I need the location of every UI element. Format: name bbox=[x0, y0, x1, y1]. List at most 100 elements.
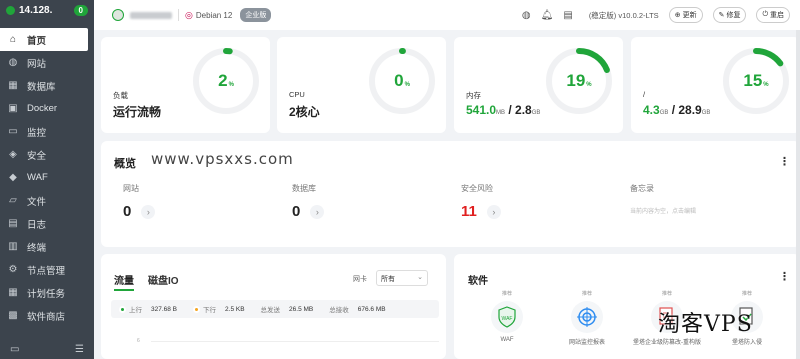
overview-card: 概览 www.vpsxxs.com ⋮ 网站 0 › 数据库 0 › 安全风险 11… bbox=[101, 141, 800, 247]
software-item-site-monitor[interactable]: 推荐 网站监控报表 bbox=[552, 290, 622, 346]
os-info: ◎ Debian 12 bbox=[185, 10, 232, 21]
traffic-summary: 上行 327.68 B 下行 2.5 KB 总发送 26.5 MB 总接收 676.6 … bbox=[111, 300, 439, 318]
repair-button[interactable]: ✎ 修复 bbox=[712, 7, 747, 23]
layout-icon[interactable]: ▭ bbox=[10, 344, 19, 355]
load-value: 运行流畅 bbox=[113, 105, 162, 119]
more-icon[interactable]: ⋮ bbox=[779, 270, 790, 283]
sidebar-item-9[interactable]: ▥ 终端 bbox=[0, 235, 94, 258]
recommend-tag: 推荐 bbox=[661, 291, 672, 297]
restart-button[interactable]: ⏻ 重启 bbox=[756, 7, 790, 23]
os-name: Debian 12 bbox=[195, 10, 233, 20]
edition-badge: 企业版 bbox=[240, 8, 272, 22]
node-icon: ⚙ bbox=[8, 264, 18, 275]
divider bbox=[178, 9, 179, 21]
sidebar-item-label: 节点管理 bbox=[27, 265, 66, 277]
waf-shield-icon: WAF bbox=[491, 301, 523, 333]
folder-icon: ▱ bbox=[9, 195, 17, 206]
update-icon: ⊕ bbox=[674, 12, 681, 19]
sidebar-item-3[interactable]: ▣ Docker bbox=[0, 97, 94, 120]
disk-card[interactable]: 15% / 4.3GB / 28.9GB bbox=[631, 37, 800, 133]
sidebar-item-label: 日志 bbox=[27, 219, 47, 231]
update-label: 更新 bbox=[682, 12, 697, 19]
overview-databases[interactable]: 数据库 0 › bbox=[292, 183, 325, 220]
nic-value: 所有 bbox=[381, 276, 395, 283]
terminal-icon: ▥ bbox=[8, 241, 18, 252]
sidebar-item-6[interactable]: ◆ WAF bbox=[0, 166, 94, 189]
chart-axis-tick: 6 bbox=[137, 338, 140, 344]
sidebar-item-label: WAF bbox=[27, 172, 48, 183]
websites-label: 网站 bbox=[123, 184, 139, 193]
sidebar-item-1[interactable]: ◍ 网站 bbox=[0, 51, 94, 74]
sidebar-item-label: 软件商店 bbox=[27, 311, 66, 323]
nic-label: 网卡 bbox=[353, 276, 367, 283]
waf-icon: ◆ bbox=[9, 172, 17, 183]
software-name: 网站监控报表 bbox=[568, 340, 605, 346]
overview-title: 概览 bbox=[114, 158, 136, 170]
load-card[interactable]: 2% 负载 运行流畅 bbox=[101, 37, 270, 133]
more-icon[interactable]: ⋮ bbox=[779, 155, 790, 168]
globe-icon: ◍ bbox=[8, 57, 18, 68]
memo-hint[interactable]: 当前内容为空，点击编辑 bbox=[630, 206, 696, 215]
sidebar-item-12[interactable]: ▩ 软件商店 bbox=[0, 304, 94, 327]
menu-collapse-icon[interactable]: ☰ bbox=[75, 344, 84, 355]
sidebar-item-8[interactable]: ▤ 日志 bbox=[0, 212, 94, 235]
traffic-tabs: 流量 磁盘IO bbox=[114, 272, 179, 291]
security-risk-label: 安全风险 bbox=[461, 184, 493, 193]
update-button[interactable]: ⊕ 更新 bbox=[668, 7, 703, 23]
page-scrollbar[interactable] bbox=[796, 30, 800, 359]
status-dot-icon bbox=[6, 5, 15, 15]
support-icon[interactable]: ◍ bbox=[522, 10, 531, 21]
wrench-icon: ✎ bbox=[718, 12, 725, 19]
tab-disk-io[interactable]: 磁盘IO bbox=[148, 272, 179, 291]
sidebar-item-7[interactable]: ▱ 文件 bbox=[0, 189, 94, 212]
repair-label: 修复 bbox=[726, 12, 741, 19]
notification-badge[interactable]: 0 bbox=[73, 4, 88, 16]
power-icon: ⏻ bbox=[762, 11, 768, 18]
debian-icon: ◎ bbox=[185, 9, 193, 20]
store-icon: ▩ bbox=[8, 310, 18, 321]
sidebar-item-0[interactable]: ⌂ 首页 bbox=[0, 28, 88, 51]
sidebar-item-4[interactable]: ▭ 监控 bbox=[0, 120, 94, 143]
sidebar-item-10[interactable]: ⚙ 节点管理 bbox=[0, 258, 94, 281]
upload-stat: 上行 327.68 B bbox=[111, 300, 185, 318]
overview-websites[interactable]: 网站 0 › bbox=[123, 183, 156, 220]
chart-gridline bbox=[151, 341, 439, 342]
shield-icon: ◈ bbox=[9, 149, 17, 160]
cpu-percent: 0% bbox=[394, 71, 410, 90]
monitor-icon: ▭ bbox=[8, 126, 18, 137]
sidebar-item-5[interactable]: ◈ 安全 bbox=[0, 143, 94, 166]
recommend-tag: 推荐 bbox=[581, 291, 592, 297]
calendar-icon: ▦ bbox=[8, 287, 18, 298]
upload-dot-icon bbox=[119, 305, 126, 313]
target-icon bbox=[571, 301, 603, 333]
cpu-card[interactable]: 0% CPU 2核心 bbox=[277, 37, 446, 133]
sidebar-nav: ⌂ 首页 ◍ 网站 ▦ 数据库 ▣ Docker ▭ 监控 ◈ 安全 ◆ WAF ▱ 文件 ▤ 日志 ▥ 终端 ⚙ 节点管… bbox=[0, 28, 94, 327]
security-risk-value: 11 › bbox=[461, 203, 501, 220]
notes-icon[interactable]: ▤ bbox=[563, 10, 572, 21]
sent-stat: 总发送 26.5 MB bbox=[260, 305, 314, 315]
memory-card[interactable]: 19% 内存 541.0MB / 2.8GB bbox=[454, 37, 623, 133]
overview-memo[interactable]: 备忘录 当前内容为空，点击编辑 bbox=[630, 183, 696, 215]
chevron-down-icon: ⌄ bbox=[417, 274, 423, 281]
chevron-right-icon[interactable]: › bbox=[486, 204, 501, 219]
sidebar-item-label: 数据库 bbox=[27, 81, 56, 93]
sidebar-item-2[interactable]: ▦ 数据库 bbox=[0, 74, 94, 97]
site-watermark: www.vpsxxs.com bbox=[151, 150, 294, 168]
overview-security-risk[interactable]: 安全风险 11 › bbox=[461, 183, 501, 220]
user-info[interactable] bbox=[112, 9, 172, 21]
chevron-right-icon[interactable]: › bbox=[141, 204, 156, 219]
nic-select[interactable]: 所有 ⌄ bbox=[376, 270, 428, 286]
recommend-tag: 推荐 bbox=[501, 291, 512, 297]
sidebar-item-label: 计划任务 bbox=[27, 288, 66, 300]
databases-value: 0 › bbox=[292, 203, 325, 220]
load-percent: 2% bbox=[218, 71, 234, 90]
tab-traffic[interactable]: 流量 bbox=[114, 272, 134, 291]
bell-icon[interactable]: 🔔︎ bbox=[541, 10, 554, 21]
sidebar-item-label: 网站 bbox=[27, 58, 47, 70]
chevron-right-icon[interactable]: › bbox=[310, 204, 325, 219]
sidebar: 14.128. 0 ⌂ 首页 ◍ 网站 ▦ 数据库 ▣ Docker ▭ 监控 ◈ 安全 ◆ WAF ▱ 文件… bbox=[0, 0, 94, 359]
disk-label: / bbox=[643, 90, 646, 99]
avatar bbox=[112, 9, 124, 21]
software-item-waf[interactable]: 推荐 WAF WAF bbox=[472, 290, 542, 343]
sidebar-item-11[interactable]: ▦ 计划任务 bbox=[0, 281, 94, 304]
